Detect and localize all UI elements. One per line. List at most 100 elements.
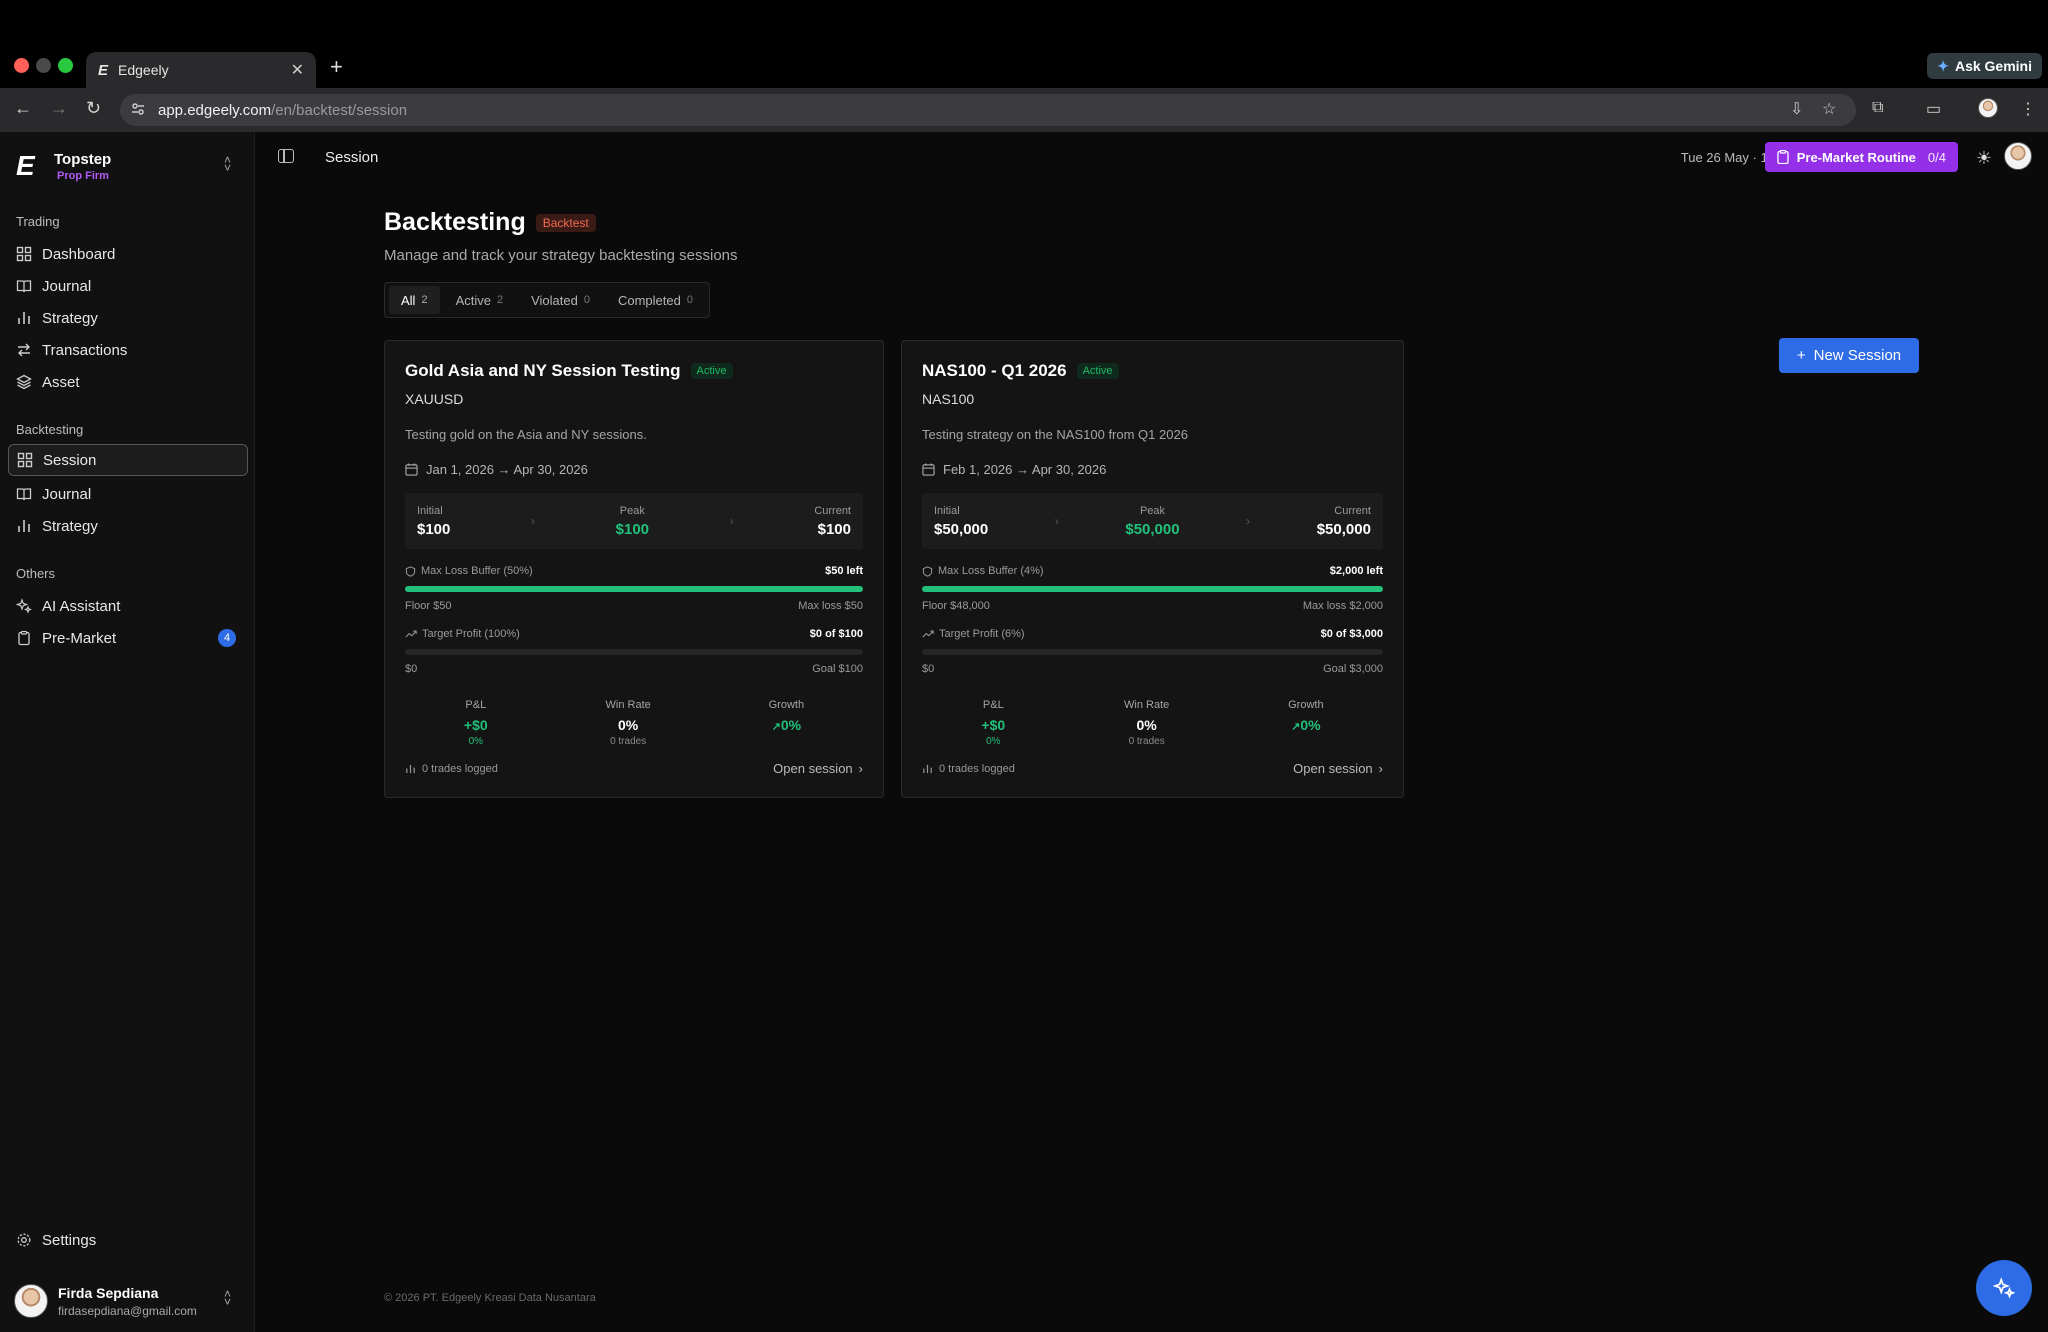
new-tab-button[interactable]: +	[330, 54, 343, 80]
workspace-type: Prop Firm	[57, 169, 109, 182]
session-card[interactable]: NAS100 - Q1 2026 Active NAS100 Testing s…	[901, 340, 1404, 798]
win-rate-label: Win Rate	[605, 699, 651, 711]
tab-favicon: E	[98, 61, 109, 79]
sidebar-item-backtest-strategy[interactable]: Strategy	[8, 510, 248, 542]
sidebar-item-session[interactable]: Session	[8, 444, 248, 476]
user-email: firdasepdiana@gmail.com	[58, 1303, 197, 1318]
sidebar-item-asset[interactable]: Asset	[8, 366, 248, 398]
layers-icon	[16, 374, 32, 390]
tab-count: 2	[421, 294, 428, 306]
target-start: $0	[405, 663, 418, 675]
user-name: Firda Sepdiana	[58, 1284, 159, 1301]
footer-copyright: © 2026 PT. Edgeely Kreasi Data Nusantara	[384, 1292, 596, 1304]
tab-violated[interactable]: Violated 0	[519, 286, 602, 314]
session-title: NAS100 - Q1 2026	[922, 361, 1067, 380]
trending-up-icon: ↗	[1291, 721, 1301, 733]
max-loss-progress	[405, 586, 863, 592]
target-start: $0	[922, 663, 935, 675]
sparkles-icon	[1993, 1277, 2015, 1299]
current-label: Current	[814, 504, 851, 517]
session-description: Testing strategy on the NAS100 from Q1 2…	[922, 427, 1188, 442]
win-rate-value: 0%	[1136, 717, 1157, 733]
target-profit-progress	[922, 649, 1383, 655]
max-loss-progress-fill	[405, 586, 863, 592]
open-session-link[interactable]: Open session ›	[773, 761, 863, 776]
open-session-label: Open session	[1293, 761, 1373, 776]
chevron-updown-icon[interactable]: ˄ ˅	[224, 1288, 231, 1308]
session-card[interactable]: Gold Asia and NY Session Testing Active …	[384, 340, 884, 798]
card-footer: 0 trades logged Open session ›	[922, 761, 1383, 776]
session-dates: Jan 1, 2026 → Apr 30, 2026	[405, 462, 863, 477]
url-host: app.edgeely.com	[158, 101, 272, 119]
user-menu[interactable]: Firda Sepdiana firdasepdiana@gmail.com	[14, 1284, 197, 1318]
sidebar-item-backtest-journal[interactable]: Journal	[8, 478, 248, 510]
premarket-routine-button[interactable]: Pre-Market Routine 0/4	[1764, 142, 1958, 172]
sidebar-item-transactions[interactable]: Transactions	[8, 334, 248, 366]
peak-label: Peak	[1139, 504, 1166, 517]
target-goal: Goal $3,000	[1323, 663, 1383, 675]
chevron-right-icon: ›	[1054, 514, 1059, 528]
browser-menu-icon[interactable]: ⋮	[2020, 99, 2036, 119]
max-loss-left: $2,000 left	[1329, 565, 1383, 577]
sidebar-item-settings[interactable]: Settings	[8, 1224, 248, 1256]
install-app-icon[interactable]: ⇩	[1790, 99, 1803, 119]
chevron-right-icon: ›	[531, 514, 536, 528]
chevron-updown-icon[interactable]: ˄ ˅	[224, 154, 231, 174]
tab-count: 0	[583, 294, 590, 306]
ai-assistant-fab[interactable]	[1976, 1260, 2032, 1316]
browser-tab[interactable]: E Edgeely ✕	[86, 52, 316, 88]
site-info-icon[interactable]	[130, 101, 146, 117]
card-footer: 0 trades logged Open session ›	[405, 761, 863, 776]
header-avatar[interactable]	[2004, 142, 2032, 170]
sidebar-item-ai-assistant[interactable]: AI Assistant	[8, 590, 248, 622]
maximize-window-button[interactable]	[58, 58, 73, 73]
ask-gemini-button[interactable]: ✦ Ask Gemini	[1927, 53, 2042, 79]
session-symbol: NAS100	[922, 391, 975, 407]
page-title: Backtesting	[384, 208, 526, 236]
tab-search-icon[interactable]: ▭	[1926, 99, 1941, 119]
sidebar-item-dashboard[interactable]: Dashboard	[8, 238, 248, 270]
trending-up-icon	[922, 630, 934, 638]
max-loss-progress-fill	[922, 586, 1383, 592]
bookmark-star-icon[interactable]: ☆	[1822, 99, 1836, 119]
tab-completed[interactable]: Completed 0	[606, 286, 705, 314]
session-title: Gold Asia and NY Session Testing	[405, 361, 681, 380]
pnl-label: P&L	[982, 699, 1004, 711]
close-window-button[interactable]	[14, 58, 29, 73]
trending-up-icon: ↗	[771, 721, 781, 733]
status-badge: Active	[1076, 363, 1119, 379]
sidebar-item-strategy[interactable]: Strategy	[8, 302, 248, 334]
new-session-button[interactable]: + New Session	[1779, 338, 1919, 373]
tab-count: 2	[496, 294, 504, 306]
shield-icon	[405, 565, 416, 577]
sidebar-item-journal[interactable]: Journal	[8, 270, 248, 302]
sidebar-toggle-icon[interactable]	[278, 149, 294, 163]
close-icon[interactable]: ✕	[291, 60, 304, 80]
extensions-icon[interactable]: ⧉	[1872, 99, 1883, 117]
minimize-window-button[interactable]	[36, 58, 51, 73]
target-profit-section: Target Profit (6%) $0 of $3,000 $0 Goal $…	[922, 628, 1383, 675]
tab-active[interactable]: Active 2	[444, 286, 516, 314]
profile-avatar[interactable]	[1978, 98, 1998, 118]
status-filter-tabs: All 2 Active 2 Violated 0 Completed 0	[384, 282, 710, 318]
sidebar-item-label: Journal	[42, 277, 92, 295]
tab-all[interactable]: All 2	[389, 286, 440, 314]
open-session-link[interactable]: Open session ›	[1293, 761, 1383, 776]
sparkles-icon	[16, 598, 32, 614]
max-loss-left: $50 left	[825, 565, 863, 577]
clipboard-icon	[1777, 150, 1789, 164]
address-bar[interactable]: app.edgeely.com/en/backtest/session	[120, 94, 1856, 126]
workspace-switcher[interactable]: E Topstep Prop Firm	[16, 150, 111, 182]
pnl-percent: 0%	[468, 736, 484, 747]
sidebar-item-premarket[interactable]: Pre-Market 4	[8, 622, 248, 654]
back-icon[interactable]: ←	[14, 98, 32, 119]
initial-balance: $100	[417, 520, 451, 538]
premarket-routine-label: Pre-Market Routine	[1796, 149, 1916, 165]
theme-toggle-sun-icon[interactable]: ☀	[1976, 148, 1992, 169]
sidebar-item-label: Settings	[42, 1231, 97, 1249]
forward-icon[interactable]: →	[50, 98, 68, 119]
sidebar-item-label: Strategy	[42, 309, 98, 327]
sidebar-item-label: Asset	[42, 373, 80, 391]
reload-icon[interactable]: ↻	[86, 98, 101, 119]
chevron-right-icon: ›	[1246, 514, 1251, 528]
